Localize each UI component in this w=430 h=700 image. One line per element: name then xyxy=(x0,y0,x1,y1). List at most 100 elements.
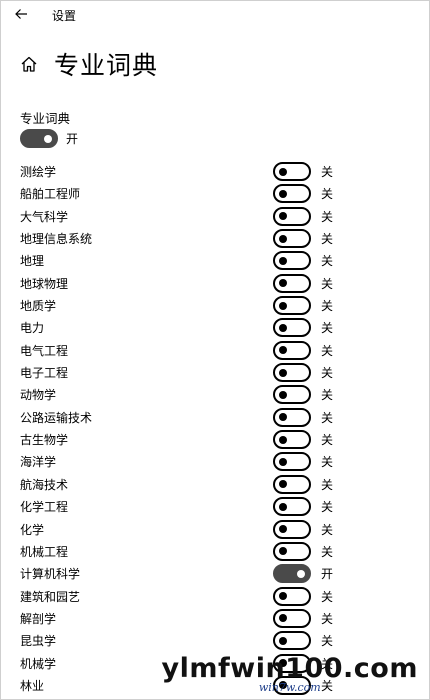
dictionary-label: 解剖学 xyxy=(20,611,57,626)
master-toggle-label: 专业词典 xyxy=(20,111,71,126)
toggle-knob xyxy=(279,390,287,399)
toggle-knob xyxy=(44,134,52,143)
toggle-knob xyxy=(279,547,287,556)
dictionary-toggle-switch[interactable] xyxy=(273,452,311,472)
dictionary-toggle-switch[interactable] xyxy=(273,430,311,450)
toggle-knob xyxy=(279,457,287,466)
dictionary-toggle-switch[interactable] xyxy=(273,251,311,271)
list-item: 地理信息系统 关 xyxy=(0,227,430,249)
list-item: 测绘学 关 xyxy=(0,160,430,182)
master-toggle-switch[interactable] xyxy=(20,129,58,148)
list-item: 电力 关 xyxy=(0,316,430,338)
list-item: 电气工程 关 xyxy=(0,339,430,361)
watermark: ylmfwin100.com win7w.com xyxy=(162,654,418,694)
toggle-state-text: 关 xyxy=(321,589,334,604)
list-item: 机械工程 关 xyxy=(0,540,430,562)
dictionary-toggle-switch[interactable] xyxy=(273,363,311,383)
dictionary-label: 地理信息系统 xyxy=(20,232,93,247)
toggle-state-text: 关 xyxy=(321,433,334,448)
toggle-state-text: 关 xyxy=(321,366,334,381)
dictionary-toggle-switch[interactable] xyxy=(273,474,311,494)
dictionary-label: 地球物理 xyxy=(20,276,69,291)
dictionary-label: 机械工程 xyxy=(20,544,69,559)
toggle-state-text: 关 xyxy=(321,611,334,626)
home-icon[interactable] xyxy=(18,53,40,75)
dictionary-label: 化学工程 xyxy=(20,500,69,515)
toggle-knob xyxy=(297,569,305,578)
toggle-knob xyxy=(279,256,287,265)
master-toggle-row: 开 xyxy=(20,129,78,148)
dictionary-toggle-switch[interactable] xyxy=(273,162,311,181)
dictionary-label: 航海技术 xyxy=(20,477,69,492)
list-item: 电子工程 关 xyxy=(0,361,430,383)
dictionary-toggle-switch[interactable] xyxy=(273,407,311,427)
toggle-state-text: 关 xyxy=(321,477,334,492)
toggle-state-text: 关 xyxy=(321,299,334,314)
dictionary-toggle-switch[interactable] xyxy=(273,385,311,405)
list-item: 大气科学 关 xyxy=(0,205,430,227)
dictionary-toggle-switch[interactable] xyxy=(273,541,311,561)
dictionary-toggle-switch[interactable] xyxy=(273,206,311,226)
toggle-state-text: 关 xyxy=(321,634,334,649)
toggle-knob xyxy=(279,368,287,377)
toggle-knob xyxy=(279,234,287,243)
dictionary-label: 电力 xyxy=(20,321,45,336)
list-item: 昆虫学 关 xyxy=(0,629,430,651)
dictionary-label: 计算机科学 xyxy=(20,567,81,582)
list-item: 公路运输技术 关 xyxy=(0,406,430,428)
dictionary-label: 船舶工程师 xyxy=(20,187,81,202)
dictionary-toggle-switch[interactable] xyxy=(273,497,311,517)
toggle-knob xyxy=(279,167,287,176)
dictionary-label: 地质学 xyxy=(20,299,57,314)
toggle-state-text: 关 xyxy=(321,388,334,403)
back-button[interactable] xyxy=(10,4,32,24)
dictionary-toggle-switch[interactable] xyxy=(273,273,311,293)
list-item: 计算机科学 开 xyxy=(0,562,430,584)
toggle-state-text: 关 xyxy=(321,187,334,202)
list-item: 动物学 关 xyxy=(0,383,430,405)
dictionary-toggle-switch[interactable] xyxy=(273,631,311,651)
toggle-knob xyxy=(279,279,287,288)
dictionary-toggle-switch[interactable] xyxy=(273,519,311,539)
dictionary-toggle-switch[interactable] xyxy=(273,340,311,360)
toggle-knob xyxy=(279,189,287,198)
dictionary-label: 昆虫学 xyxy=(20,634,57,649)
toggle-state-text: 关 xyxy=(321,321,334,336)
toggle-state-text: 关 xyxy=(321,165,334,179)
dictionary-label: 测绘学 xyxy=(20,165,57,179)
list-item: 地球物理 关 xyxy=(0,272,430,294)
dictionary-label: 电气工程 xyxy=(20,343,69,358)
watermark-main: ylmfwin100.com xyxy=(161,653,418,684)
toggle-knob xyxy=(279,346,287,355)
dictionary-label: 林业 xyxy=(20,678,45,693)
dictionary-toggle-switch[interactable] xyxy=(273,586,311,606)
toggle-knob xyxy=(279,301,287,310)
toggle-knob xyxy=(279,480,287,489)
toggle-knob xyxy=(279,502,287,511)
toggle-knob xyxy=(279,525,287,533)
dictionary-toggle-switch[interactable] xyxy=(273,296,311,316)
dictionary-label: 建筑和园艺 xyxy=(20,589,81,604)
dictionary-list: 测绘学关船舶工程师关大气科学关地理信息系统关地理关地球物理关地质学关电力关电气工… xyxy=(0,160,430,696)
dictionary-label: 电子工程 xyxy=(20,366,69,381)
dictionary-label: 公路运输技术 xyxy=(20,410,93,425)
dictionary-toggle-switch[interactable] xyxy=(273,564,311,584)
dictionary-toggle-switch[interactable] xyxy=(273,229,311,249)
toggle-state-text: 关 xyxy=(321,455,334,470)
dictionary-label: 大气科学 xyxy=(20,209,69,224)
toggle-knob xyxy=(279,636,287,645)
dictionary-label: 化学 xyxy=(20,522,45,537)
list-item: 地质学 关 xyxy=(0,294,430,316)
window-title: 设置 xyxy=(52,9,77,23)
dictionary-toggle-switch[interactable] xyxy=(273,608,311,628)
list-item: 地理 关 xyxy=(0,249,430,271)
page-header: 专业词典 xyxy=(18,44,158,84)
toggle-knob xyxy=(279,435,287,444)
toggle-state-text: 关 xyxy=(321,209,334,224)
dictionary-toggle-switch[interactable] xyxy=(273,184,311,204)
back-arrow-icon xyxy=(15,9,27,19)
toggle-state-text: 关 xyxy=(321,276,334,291)
dictionary-label: 动物学 xyxy=(20,388,57,403)
list-item: 海洋学 关 xyxy=(0,450,430,472)
dictionary-toggle-switch[interactable] xyxy=(273,318,311,338)
